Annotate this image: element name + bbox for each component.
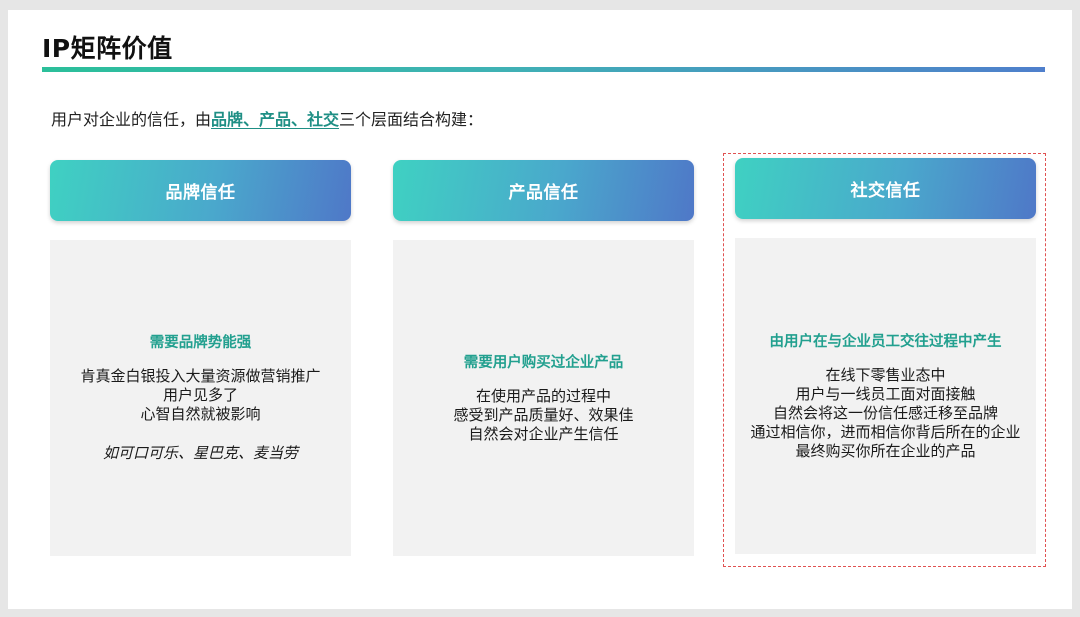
brand-trust-heading: 需要品牌势能强: [149, 335, 252, 351]
product-trust-line: 在使用产品的过程中: [475, 386, 611, 405]
intro-suffix: 三个层面结合构建：: [339, 110, 484, 129]
product-trust-heading: 需要用户购买过企业产品: [463, 354, 624, 371]
brand-trust-header: 品牌信任: [50, 160, 351, 221]
product-trust-line: 感受到产品质量好、效果佳: [453, 405, 634, 424]
intro-prefix: 用户对企业的信任，由: [51, 110, 212, 129]
brand-trust-example: 如可口可乐、星巴克、麦当劳: [102, 444, 298, 462]
slide: IP矩阵价值 用户对企业的信任，由品牌、产品、社交三个层面结合构建： 品牌信任 …: [8, 10, 1072, 609]
title-underline-bar: [42, 67, 1045, 72]
intro-text: 用户对企业的信任，由品牌、产品、社交三个层面结合构建：: [51, 108, 483, 132]
page-title: IP矩阵价值: [42, 34, 173, 63]
brand-trust-line: 用户见多了: [162, 386, 238, 404]
product-trust-header: 产品信任: [393, 160, 694, 221]
product-trust-line: 自然会对企业产生信任: [468, 424, 619, 443]
brand-trust-panel: 需要品牌势能强 肯真金白银投入大量资源做营销推广 用户见多了 心智自然就被影响 …: [50, 240, 351, 556]
product-trust-panel: 需要用户购买过企业产品 在使用产品的过程中 感受到产品质量好、效果佳 自然会对企…: [393, 240, 694, 556]
brand-trust-line: 心智自然就被影响: [140, 405, 261, 423]
brand-trust-line: 肯真金白银投入大量资源做营销推广: [80, 367, 321, 385]
intro-highlight: 品牌、产品、社交: [211, 110, 340, 129]
social-trust-highlight-frame: [723, 153, 1046, 567]
